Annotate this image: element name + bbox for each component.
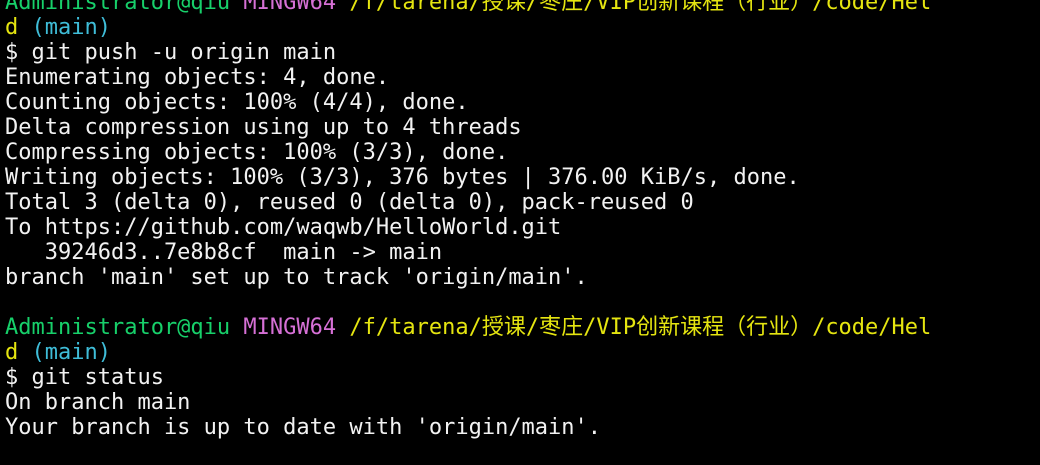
command-line: $ git push -u origin main [5, 40, 337, 65]
terminal-window[interactable]: Administrator@qiu MINGW64 /f/tarena/授课/枣… [0, 0, 1040, 465]
output-line: 39246d3..7e8b8cf main -> main [5, 240, 443, 265]
prompt-path-wrap: d [5, 340, 19, 365]
output-line: Compressing objects: 100% (3/3), done. [5, 140, 509, 165]
output-line: On branch main [5, 390, 191, 415]
command-line: $ git status [5, 365, 164, 390]
output-line: Writing objects: 100% (3/3), 376 bytes |… [5, 165, 800, 190]
prompt-line: Administrator@qiu MINGW64 /f/tarena/授课/枣… [5, 315, 1040, 340]
prompt-branch: (main) [31, 340, 111, 365]
output-line: Enumerating objects: 4, done. [5, 65, 390, 90]
output-line: branch 'main' set up to track 'origin/ma… [5, 265, 588, 290]
prompt-branch: (main) [31, 15, 111, 40]
prompt-line: Administrator@qiu MINGW64 /f/tarena/授课/枣… [5, 0, 1040, 15]
prompt-user-host: Administrator@qiu [5, 315, 231, 340]
prompt-line-wrap: d (main) [5, 340, 1040, 365]
prompt-path: /f/tarena/授课/枣庄/VIP创新课程（行业）/code/Hel [349, 315, 932, 340]
prompt-user-host: Administrator@qiu [5, 0, 231, 15]
prompt-path-wrap: d [5, 15, 19, 40]
output-line: To https://github.com/waqwb/HelloWorld.g… [5, 215, 562, 240]
output-line: Counting objects: 100% (4/4), done. [5, 90, 469, 115]
prompt-msystem: MINGW64 [243, 315, 337, 340]
output-line: Delta compression using up to 4 threads [5, 115, 522, 140]
output-line: Your branch is up to date with 'origin/m… [5, 415, 602, 440]
prompt-msystem: MINGW64 [243, 0, 337, 15]
output-line: Total 3 (delta 0), reused 0 (delta 0), p… [5, 190, 694, 215]
prompt-line-wrap: d (main) [5, 15, 1040, 40]
terminal-output: Administrator@qiu MINGW64 /f/tarena/授课/枣… [5, 0, 1040, 440]
prompt-path: /f/tarena/授课/枣庄/VIP创新课程（行业）/code/Hel [349, 0, 932, 15]
